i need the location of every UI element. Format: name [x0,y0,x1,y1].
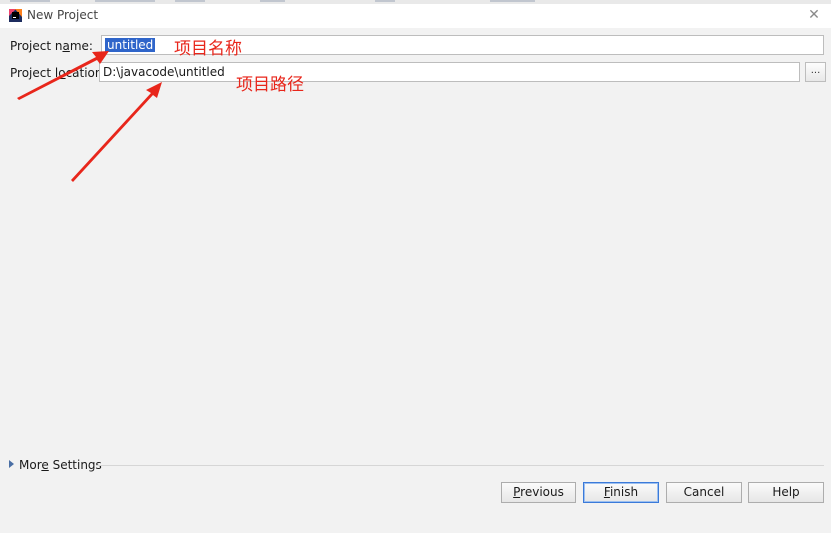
browse-button[interactable]: ... [805,62,826,82]
help-button[interactable]: Help [748,482,824,503]
project-location-label: Project location: [10,66,107,80]
project-location-value: D:\javacode\untitled [103,65,225,79]
intellij-app-icon [9,9,22,22]
annotation-project-name: 项目名称 [174,39,242,59]
more-settings-toggle[interactable]: More Settings [9,458,102,472]
title-bar: New Project ✕ [0,4,831,28]
close-icon[interactable]: ✕ [805,6,823,24]
window-title: New Project [27,8,99,22]
more-settings-divider [96,465,824,466]
project-name-label: Project name: [10,39,93,53]
project-name-value: untitled [105,38,156,52]
project-location-input[interactable]: D:\javacode\untitled [99,62,800,82]
annotation-project-location: 项目路径 [236,75,304,95]
triangle-right-icon [9,460,14,468]
finish-button[interactable]: Finish [583,482,659,503]
cancel-button[interactable]: Cancel [666,482,742,503]
dialog-content [0,28,831,533]
previous-button[interactable]: Previous [501,482,576,503]
